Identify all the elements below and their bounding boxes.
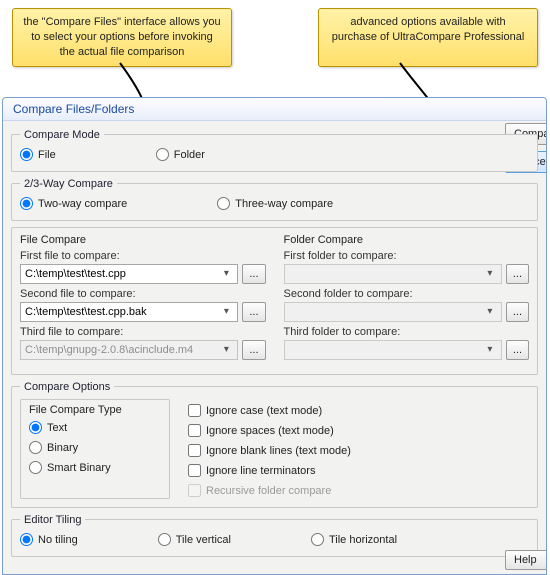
editor-tiling-legend: Editor Tiling [20, 514, 85, 526]
radio-tile-horizontal-label: Tile horizontal [329, 532, 397, 548]
radio-two-way-input[interactable] [20, 197, 33, 210]
first-folder-browse[interactable]: ... [506, 264, 529, 284]
compare-options-group: Compare Options File Compare Type Text B… [11, 381, 538, 508]
check-recursive-label: Recursive folder compare [206, 483, 331, 499]
chevron-down-icon: ▾ [219, 306, 233, 317]
file-compare-type-legend: File Compare Type [29, 404, 161, 416]
radio-smart-binary-input[interactable] [29, 461, 42, 474]
radio-tile-horizontal-input[interactable] [311, 533, 324, 546]
paths-group: File Compare First file to compare: C:\t… [11, 227, 538, 375]
third-file-label: Third file to compare: [20, 326, 266, 338]
ignore-options: Ignore case (text mode) Ignore spaces (t… [188, 399, 529, 499]
radio-smart-binary-label: Smart Binary [47, 460, 111, 476]
second-file-value: C:\temp\test\test.cpp.bak [25, 306, 147, 318]
callout-left: the "Compare Files" interface allows you… [12, 8, 232, 67]
chevron-down-icon: ▾ [483, 306, 497, 317]
file-compare-title: File Compare [20, 234, 266, 246]
radio-no-tiling-input[interactable] [20, 533, 33, 546]
check-ignore-term[interactable]: Ignore line terminators [188, 463, 529, 479]
editor-tiling-group: Editor Tiling No tiling Tile vertical Ti… [11, 514, 538, 557]
check-recursive: Recursive folder compare [188, 483, 529, 499]
file-compare-col: File Compare First file to compare: C:\t… [20, 234, 266, 364]
first-file-browse[interactable]: ... [242, 264, 265, 284]
chevron-down-icon: ▾ [483, 344, 497, 355]
radio-folder[interactable]: Folder [156, 147, 205, 163]
radio-smart-binary[interactable]: Smart Binary [29, 460, 161, 476]
first-file-combo[interactable]: C:\temp\test\test.cpp ▾ [20, 264, 238, 284]
second-file-browse[interactable]: ... [242, 302, 265, 322]
radio-text-label: Text [47, 420, 67, 436]
first-folder-label: First folder to compare: [284, 250, 530, 262]
radio-binary-input[interactable] [29, 441, 42, 454]
radio-three-way[interactable]: Three-way compare [217, 196, 333, 212]
radio-no-tiling[interactable]: No tiling [20, 532, 78, 548]
radio-binary-label: Binary [47, 440, 78, 456]
check-ignore-case-input[interactable] [188, 404, 201, 417]
check-ignore-term-label: Ignore line terminators [206, 463, 315, 479]
radio-binary[interactable]: Binary [29, 440, 161, 456]
check-ignore-term-input[interactable] [188, 464, 201, 477]
check-ignore-case-label: Ignore case (text mode) [206, 403, 322, 419]
radio-tile-vertical[interactable]: Tile vertical [158, 532, 231, 548]
folder-compare-title: Folder Compare [284, 234, 530, 246]
callout-right: advanced options available with purchase… [318, 8, 538, 67]
chevron-down-icon: ▾ [219, 344, 233, 355]
radio-tile-horizontal[interactable]: Tile horizontal [311, 532, 397, 548]
check-recursive-input [188, 484, 201, 497]
way-compare-legend: 2/3-Way Compare [20, 178, 117, 190]
radio-two-way-label: Two-way compare [38, 196, 127, 212]
radio-file[interactable]: File [20, 147, 56, 163]
help-button[interactable]: Help [505, 550, 547, 570]
third-folder-browse[interactable]: ... [506, 340, 529, 360]
chevron-down-icon: ▾ [483, 268, 497, 279]
check-ignore-blank-label: Ignore blank lines (text mode) [206, 443, 351, 459]
second-folder-combo: ▾ [284, 302, 502, 322]
third-file-combo: C:\temp\gnupg-2.0.8\acinclude.m4 ▾ [20, 340, 238, 360]
compare-dialog: Compare Files/Folders Compare Cancel Com… [2, 97, 547, 575]
third-folder-combo: ▾ [284, 340, 502, 360]
file-compare-type-box: File Compare Type Text Binary Smart B [20, 399, 170, 499]
second-file-combo[interactable]: C:\temp\test\test.cpp.bak ▾ [20, 302, 238, 322]
radio-no-tiling-label: No tiling [38, 532, 78, 548]
check-ignore-blank-input[interactable] [188, 444, 201, 457]
radio-three-way-input[interactable] [217, 197, 230, 210]
check-ignore-case[interactable]: Ignore case (text mode) [188, 403, 529, 419]
check-ignore-spaces-input[interactable] [188, 424, 201, 437]
first-file-label: First file to compare: [20, 250, 266, 262]
radio-two-way[interactable]: Two-way compare [20, 196, 127, 212]
folder-compare-col: Folder Compare First folder to compare: … [284, 234, 530, 364]
third-file-value: C:\temp\gnupg-2.0.8\acinclude.m4 [25, 344, 193, 356]
chevron-down-icon: ▾ [219, 268, 233, 279]
second-file-label: Second file to compare: [20, 288, 266, 300]
way-compare-group: 2/3-Way Compare Two-way compare Three-wa… [11, 178, 538, 221]
radio-file-label: File [38, 147, 56, 163]
check-ignore-blank[interactable]: Ignore blank lines (text mode) [188, 443, 529, 459]
radio-tile-vertical-input[interactable] [158, 533, 171, 546]
first-file-value: C:\temp\test\test.cpp [25, 268, 126, 280]
radio-tile-vertical-label: Tile vertical [176, 532, 231, 548]
first-folder-combo: ▾ [284, 264, 502, 284]
radio-file-input[interactable] [20, 148, 33, 161]
compare-options-legend: Compare Options [20, 381, 114, 393]
compare-mode-group: Compare Mode File Folder [11, 129, 538, 172]
second-folder-browse[interactable]: ... [506, 302, 529, 322]
check-ignore-spaces[interactable]: Ignore spaces (text mode) [188, 423, 529, 439]
compare-mode-legend: Compare Mode [20, 129, 104, 141]
check-ignore-spaces-label: Ignore spaces (text mode) [206, 423, 334, 439]
third-folder-label: Third folder to compare: [284, 326, 530, 338]
dialog-title: Compare Files/Folders [3, 98, 546, 121]
radio-text-input[interactable] [29, 421, 42, 434]
third-file-browse[interactable]: ... [242, 340, 265, 360]
radio-three-way-label: Three-way compare [235, 196, 333, 212]
radio-folder-input[interactable] [156, 148, 169, 161]
radio-folder-label: Folder [174, 147, 205, 163]
radio-text[interactable]: Text [29, 420, 161, 436]
second-folder-label: Second folder to compare: [284, 288, 530, 300]
